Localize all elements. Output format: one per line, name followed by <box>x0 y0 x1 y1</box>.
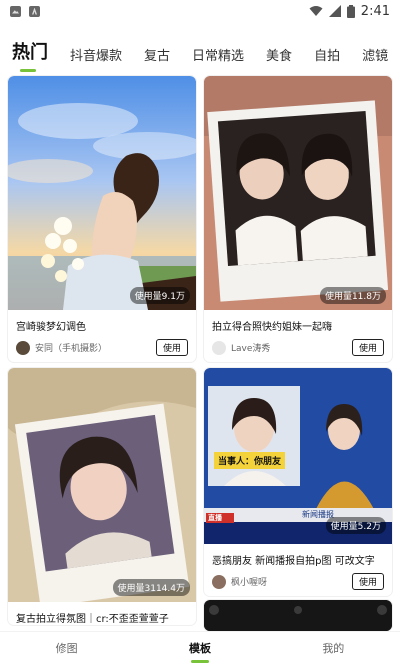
template-card[interactable]: 使用量9.1万 宫崎骏梦幻调色 安同（手机摄影） 使用 <box>8 76 196 362</box>
a-notification-icon <box>29 5 40 17</box>
dark-template-preview <box>204 600 392 631</box>
retro-polaroid-image <box>8 368 196 602</box>
signal-icon <box>328 5 341 17</box>
image-notification-icon <box>10 5 21 17</box>
use-template-button[interactable]: 使用 <box>351 573 384 590</box>
template-card[interactable] <box>204 600 392 631</box>
dreamy-portrait-image <box>8 76 196 310</box>
tab-daily-picks[interactable]: 日常精选 <box>192 45 244 72</box>
status-time: 2:41 <box>360 3 390 19</box>
template-thumbnail[interactable]: 使用量3114.4万 <box>8 368 196 602</box>
nav-edit-photo[interactable]: 修图 <box>56 640 78 660</box>
nav-profile[interactable]: 我的 <box>322 640 344 660</box>
template-thumbnail[interactable] <box>204 600 392 631</box>
avatar <box>16 340 30 355</box>
template-title: 复古拍立得氛图｜cr:不歪歪萱萱子 <box>16 614 169 625</box>
status-bar: 2:41 <box>0 0 400 22</box>
tab-hot[interactable]: 热门 <box>12 38 48 72</box>
template-title: 恶搞朋友 新闻播报自拍p图 可改文字 <box>212 556 375 567</box>
avatar <box>212 574 226 589</box>
nav-templates[interactable]: 模板 <box>189 640 211 663</box>
battery-icon <box>346 4 355 18</box>
author-name: Lave涛秀 <box>231 344 271 354</box>
tab-food[interactable]: 美食 <box>266 45 292 72</box>
template-card[interactable]: 当事人：你朋友 直播 新闻播报 使用量5.2万 恶搞朋友 新闻播报自拍p图 可改… <box>204 368 392 596</box>
template-title: 拍立得合照快约姐妹一起嗨 <box>212 322 332 333</box>
usage-count: 使用量11.8万 <box>319 287 386 304</box>
template-title: 宫崎骏梦幻调色 <box>16 322 86 333</box>
wifi-icon <box>309 6 323 16</box>
overlay-caption: 当事人：你朋友 <box>214 452 286 469</box>
bottom-nav: 修图 模板 我的 <box>0 631 400 667</box>
template-thumbnail[interactable]: 使用量9.1万 <box>8 76 196 310</box>
author-name: 枫小喔呀 <box>231 578 268 588</box>
tab-selfie[interactable]: 自拍 <box>314 45 340 72</box>
polaroid-duo-image <box>204 76 392 310</box>
author-name: 安同（手机摄影） <box>35 344 108 354</box>
use-template-button[interactable]: 使用 <box>155 339 188 356</box>
tab-filter[interactable]: 滤镜 <box>362 45 388 72</box>
tab-douyin-hits[interactable]: 抖音爆款 <box>70 45 122 72</box>
template-card[interactable]: 使用量3114.4万 复古拍立得氛图｜cr:不歪歪萱萱子 <box>8 368 196 625</box>
template-thumbnail[interactable]: 使用量11.8万 <box>204 76 392 310</box>
tab-retro[interactable]: 复古 <box>144 45 170 72</box>
usage-count: 使用量5.2万 <box>325 517 386 534</box>
avatar <box>212 340 226 355</box>
usage-count: 使用量9.1万 <box>129 287 190 304</box>
template-card[interactable]: 使用量11.8万 拍立得合照快约姐妹一起嗨 Lave涛秀 使用 <box>204 76 392 362</box>
template-thumbnail[interactable]: 当事人：你朋友 直播 新闻播报 使用量5.2万 <box>204 368 392 544</box>
use-template-button[interactable]: 使用 <box>351 339 384 356</box>
category-tabs: 热门 抖音爆款 复古 日常精选 美食 自拍 滤镜 风景 <box>0 36 400 72</box>
usage-count: 使用量3114.4万 <box>112 579 190 596</box>
live-badge: 直播 <box>208 514 222 522</box>
